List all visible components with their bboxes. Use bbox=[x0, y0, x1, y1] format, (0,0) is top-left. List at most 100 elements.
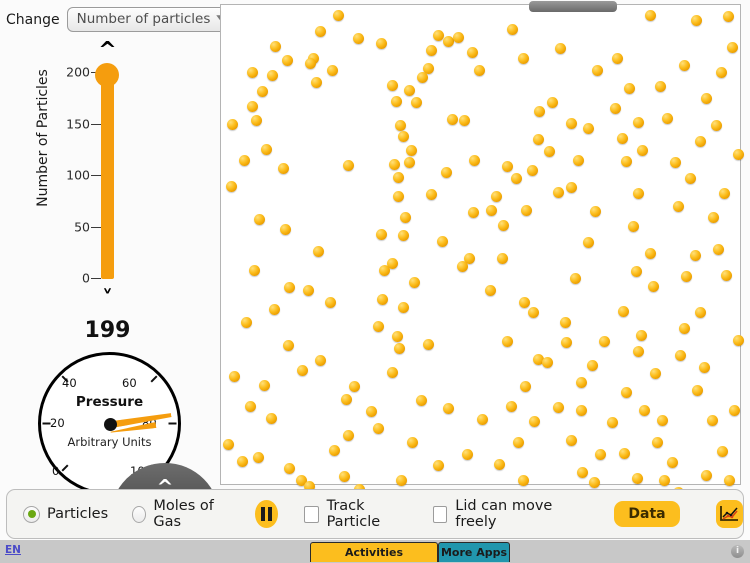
gas-particle[interactable] bbox=[251, 115, 262, 126]
gas-particle[interactable] bbox=[521, 205, 532, 216]
gas-particle[interactable] bbox=[398, 302, 409, 313]
gas-particle[interactable] bbox=[398, 131, 409, 142]
gas-particle[interactable] bbox=[717, 446, 728, 457]
gas-particle[interactable] bbox=[721, 270, 732, 281]
gas-particle[interactable] bbox=[270, 41, 281, 52]
gas-particle[interactable] bbox=[513, 437, 524, 448]
gas-particle[interactable] bbox=[462, 449, 473, 460]
gas-particle[interactable] bbox=[392, 331, 403, 342]
gas-particle[interactable] bbox=[560, 317, 571, 328]
gas-particle[interactable] bbox=[315, 355, 326, 366]
gas-particle[interactable] bbox=[733, 149, 744, 160]
gas-particle[interactable] bbox=[474, 65, 485, 76]
gas-particle[interactable] bbox=[502, 336, 513, 347]
gas-particle[interactable] bbox=[311, 77, 322, 88]
gas-particle[interactable] bbox=[520, 381, 531, 392]
gas-particle[interactable] bbox=[305, 58, 316, 69]
gas-particle[interactable] bbox=[632, 473, 643, 484]
gas-particle[interactable] bbox=[727, 42, 738, 53]
gas-particle[interactable] bbox=[241, 317, 252, 328]
gas-particle[interactable] bbox=[618, 306, 629, 317]
radio-particles[interactable]: Particles bbox=[23, 505, 108, 523]
gas-particle[interactable] bbox=[652, 437, 663, 448]
gas-particle[interactable] bbox=[637, 145, 648, 156]
gas-particle[interactable] bbox=[249, 265, 260, 276]
gas-particle[interactable] bbox=[542, 357, 553, 368]
gas-particle[interactable] bbox=[404, 85, 415, 96]
gas-particle[interactable] bbox=[577, 467, 588, 478]
line-chart-icon-button[interactable] bbox=[715, 500, 743, 528]
gas-particle[interactable] bbox=[544, 146, 555, 157]
gas-particle[interactable] bbox=[566, 118, 577, 129]
gas-particle[interactable] bbox=[303, 285, 314, 296]
gas-particle[interactable] bbox=[555, 43, 566, 54]
gas-particle[interactable] bbox=[282, 55, 293, 66]
gas-particle[interactable] bbox=[592, 65, 603, 76]
gas-particle[interactable] bbox=[519, 297, 530, 308]
gas-particle[interactable] bbox=[247, 67, 258, 78]
gas-particle[interactable] bbox=[701, 470, 712, 481]
gas-particle[interactable] bbox=[253, 452, 264, 463]
gas-particle[interactable] bbox=[226, 181, 237, 192]
gas-particle[interactable] bbox=[639, 405, 650, 416]
gas-particle[interactable] bbox=[223, 439, 234, 450]
gas-particle[interactable] bbox=[729, 405, 740, 416]
gas-particle[interactable] bbox=[257, 86, 268, 97]
gas-particle[interactable] bbox=[595, 449, 606, 460]
gas-particle[interactable] bbox=[404, 157, 415, 168]
gas-particle[interactable] bbox=[280, 224, 291, 235]
gas-particle[interactable] bbox=[393, 172, 404, 183]
gas-particle[interactable] bbox=[511, 173, 522, 184]
gas-particle[interactable] bbox=[719, 188, 730, 199]
gas-particle[interactable] bbox=[349, 381, 360, 392]
gas-particle[interactable] bbox=[633, 346, 644, 357]
gas-particle[interactable] bbox=[636, 330, 647, 341]
gas-particle[interactable] bbox=[553, 187, 564, 198]
gas-particle[interactable] bbox=[407, 437, 418, 448]
gas-particle[interactable] bbox=[353, 33, 364, 44]
gas-particle[interactable] bbox=[391, 96, 402, 107]
gas-particle[interactable] bbox=[373, 423, 384, 434]
gas-particle[interactable] bbox=[239, 155, 250, 166]
gas-particle[interactable] bbox=[566, 182, 577, 193]
gas-particle[interactable] bbox=[699, 362, 710, 373]
gas-particle[interactable] bbox=[498, 220, 509, 231]
gas-particle[interactable] bbox=[394, 343, 405, 354]
gas-particle[interactable] bbox=[724, 475, 735, 486]
slider-track[interactable] bbox=[95, 63, 123, 283]
gas-particle[interactable] bbox=[387, 80, 398, 91]
gas-particle[interactable] bbox=[377, 294, 388, 305]
gas-particle[interactable] bbox=[477, 414, 488, 425]
gas-particle[interactable] bbox=[670, 157, 681, 168]
slider-knob[interactable] bbox=[95, 63, 119, 87]
gas-particle[interactable] bbox=[406, 145, 417, 156]
gas-particle[interactable] bbox=[453, 32, 464, 43]
gas-particle[interactable] bbox=[379, 265, 390, 276]
slider-decrement-chevron-down-icon[interactable]: ˅ bbox=[0, 289, 215, 311]
gas-particle[interactable] bbox=[329, 445, 340, 456]
gas-particle[interactable] bbox=[497, 253, 508, 264]
gas-particle[interactable] bbox=[675, 350, 686, 361]
gas-particle[interactable] bbox=[650, 368, 661, 379]
gas-particle[interactable] bbox=[657, 415, 668, 426]
gas-particle[interactable] bbox=[315, 26, 326, 37]
gas-particle[interactable] bbox=[681, 271, 692, 282]
tab-activities[interactable]: Activities bbox=[310, 542, 438, 562]
gas-particle[interactable] bbox=[711, 120, 722, 131]
gas-particle[interactable] bbox=[645, 248, 656, 259]
gas-particle[interactable] bbox=[486, 205, 497, 216]
gas-particle[interactable] bbox=[491, 191, 502, 202]
gas-particle[interactable] bbox=[570, 273, 581, 284]
gas-particle[interactable] bbox=[423, 339, 434, 350]
info-icon[interactable]: i bbox=[731, 545, 744, 558]
gas-particle[interactable] bbox=[707, 415, 718, 426]
gas-particle[interactable] bbox=[607, 417, 618, 428]
gas-particle[interactable] bbox=[254, 214, 265, 225]
gas-particle[interactable] bbox=[655, 81, 666, 92]
gas-particle[interactable] bbox=[494, 459, 505, 470]
gas-particle[interactable] bbox=[284, 463, 295, 474]
gas-particle[interactable] bbox=[573, 155, 584, 166]
gas-particle[interactable] bbox=[506, 401, 517, 412]
gas-particle[interactable] bbox=[398, 230, 409, 241]
gas-particle[interactable] bbox=[529, 416, 540, 427]
